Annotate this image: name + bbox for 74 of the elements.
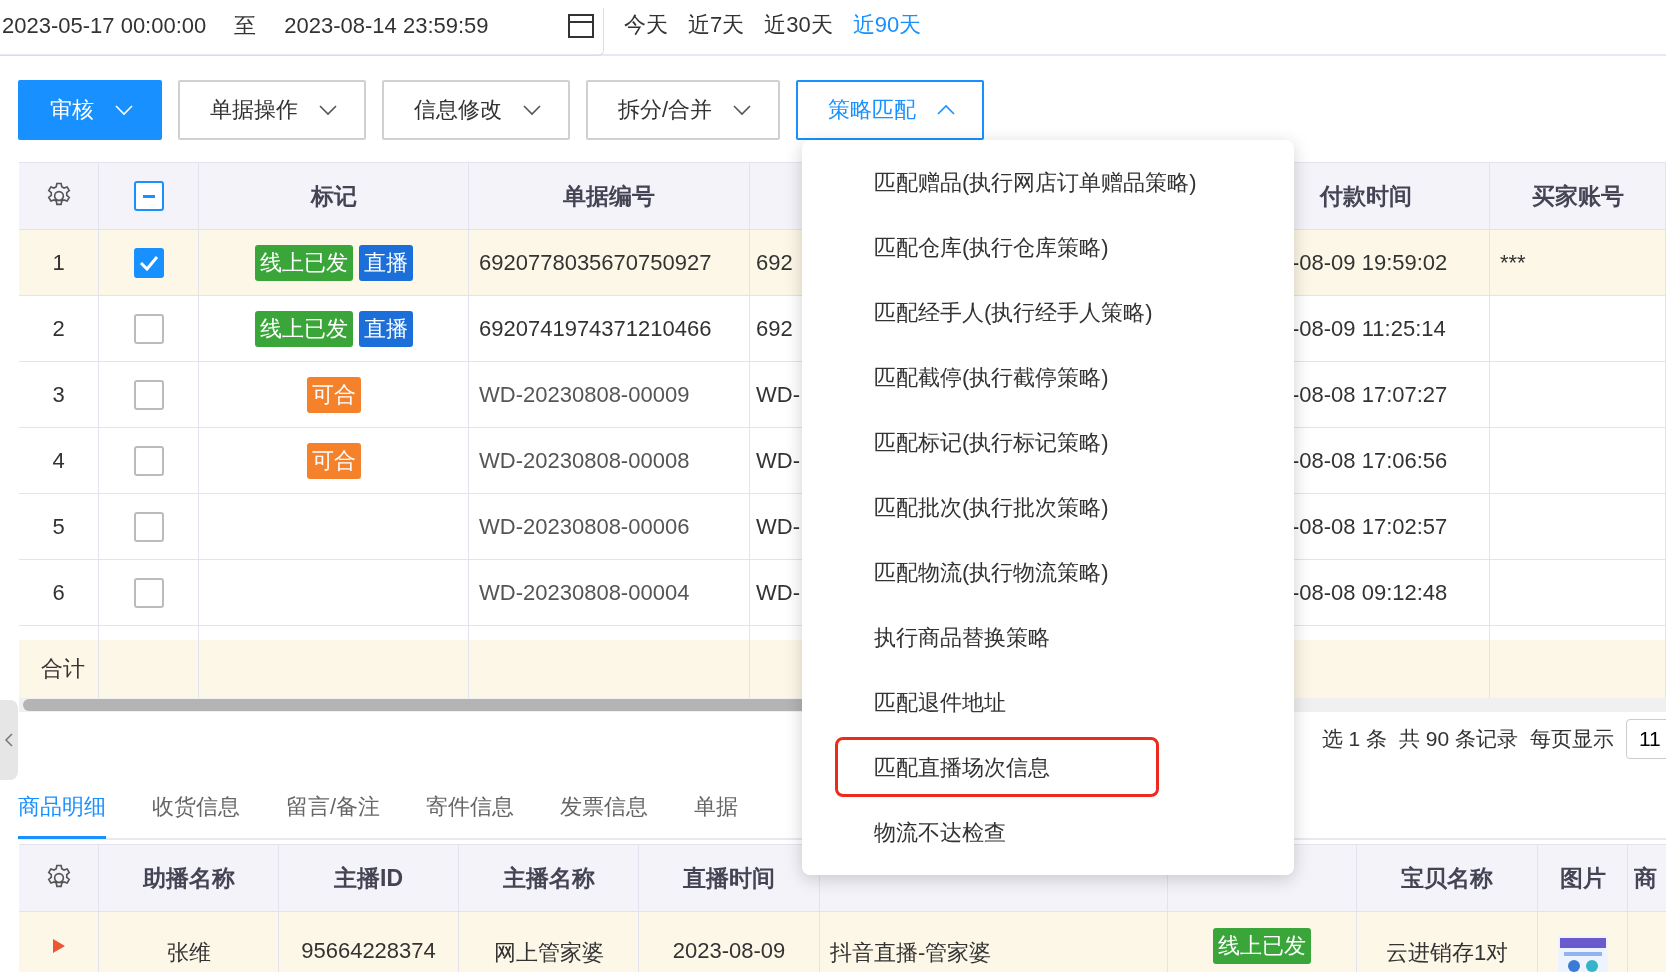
select-all-checkbox[interactable] (133, 181, 164, 211)
column-header: 宝贝名称 (1357, 844, 1538, 912)
menu-item[interactable]: 匹配赠品(执行网店订单赠品策略) (835, 152, 1216, 212)
record-count: 共 90 条记录 (1398, 726, 1518, 752)
table-cell: 6920741974371210466 (469, 296, 750, 362)
row-checkbox[interactable] (133, 577, 164, 608)
row-number: 5 (19, 494, 99, 560)
row-checkbox[interactable] (133, 379, 164, 410)
table-cell: 抖音直播-管家婆 (820, 912, 1168, 972)
column-header: 单据编号 (469, 162, 750, 230)
date-shortcut-link[interactable]: 近7天 (688, 10, 745, 40)
column-header: 助播名称 (99, 844, 279, 912)
dropdown-button[interactable]: 单据操作 (178, 80, 366, 140)
column-header: 商 (1628, 844, 1666, 912)
row-checkbox[interactable] (133, 247, 164, 278)
table-cell: 6920778035670750927 (469, 230, 750, 296)
tab[interactable]: 留言/备注 (286, 792, 381, 839)
table-cell: 网上管家婆 (459, 912, 639, 972)
checkmark-icon (138, 254, 159, 271)
row-checkbox[interactable] (133, 511, 164, 542)
table-cell: WD-20230808-00008 (469, 428, 750, 494)
row-number: 6 (19, 560, 99, 626)
table-cell: WD-20230808-00009 (469, 362, 750, 428)
selection-count: 选 1 条 (1321, 726, 1387, 752)
column-header: 图片 (1538, 844, 1628, 912)
collapse-handle[interactable] (0, 700, 18, 780)
column-header: 主播名称 (459, 844, 639, 912)
tab[interactable]: 发票信息 (560, 792, 649, 839)
dropdown-button[interactable]: 拆分/合并 (586, 80, 781, 140)
column-header: 主播ID (279, 844, 459, 912)
calendar-icon (567, 12, 595, 39)
row-number: 4 (19, 428, 99, 494)
caret-icon (936, 104, 957, 116)
play-icon (51, 938, 66, 954)
tab[interactable]: 寄件信息 (426, 792, 515, 839)
row-checkbox[interactable] (133, 445, 164, 476)
caret-icon (318, 104, 338, 116)
caret-icon (732, 104, 753, 116)
tab[interactable]: 收货信息 (152, 792, 240, 839)
row-number: 2 (19, 296, 99, 362)
table-cell: 2023-08-09 (639, 912, 820, 972)
table-cell: 云进销存1对 (1357, 912, 1538, 972)
page-size-label: 每页显示 (1530, 726, 1614, 752)
page-size-field[interactable]: 11 (1626, 719, 1666, 759)
column-header: 标记 (199, 162, 469, 230)
date-shortcut-link[interactable]: 近30天 (764, 10, 833, 40)
caret-icon (114, 104, 134, 116)
menu-item[interactable]: 物流不达检查 (835, 802, 1159, 862)
table-cell: 张维 (99, 912, 279, 972)
table-cell: WD-20230808-00006 (469, 494, 750, 560)
status-tag: 线上已发 (254, 310, 353, 347)
tab[interactable]: 单据 (694, 792, 739, 839)
status-tag: 可合 (306, 442, 361, 479)
table-cell: 95664228374 (279, 912, 459, 972)
date-shortcut-link[interactable]: 今天 (624, 10, 668, 40)
status-tag: 线上已发 (254, 244, 353, 281)
menu-item[interactable]: 匹配退件地址 (835, 672, 1159, 732)
column-header: 直播时间 (639, 844, 820, 912)
column-header: 买家账号 (1490, 162, 1666, 230)
date-range-field[interactable]: 2023-05-17 00:00:00 至 2023-08-14 23:59:59 (0, 8, 604, 56)
table-cell: WD-20230808-00004 (469, 560, 750, 626)
row-number: 1 (19, 230, 99, 296)
row-number: 3 (19, 362, 99, 428)
status-tag: 直播 (358, 310, 413, 347)
table-cell: *** (1490, 230, 1666, 296)
status-tag: 直播 (358, 244, 413, 281)
summary-label: 合计 (40, 655, 86, 683)
status-tag: 线上已发 (1213, 928, 1311, 964)
chevron-left-icon (4, 732, 14, 748)
row-checkbox[interactable] (133, 313, 164, 344)
dropdown-button[interactable]: 信息修改 (382, 80, 570, 140)
status-tag: 可合 (306, 376, 361, 413)
caret-icon (522, 104, 542, 116)
menu-item[interactable]: 匹配直播场次信息 (835, 737, 1159, 797)
